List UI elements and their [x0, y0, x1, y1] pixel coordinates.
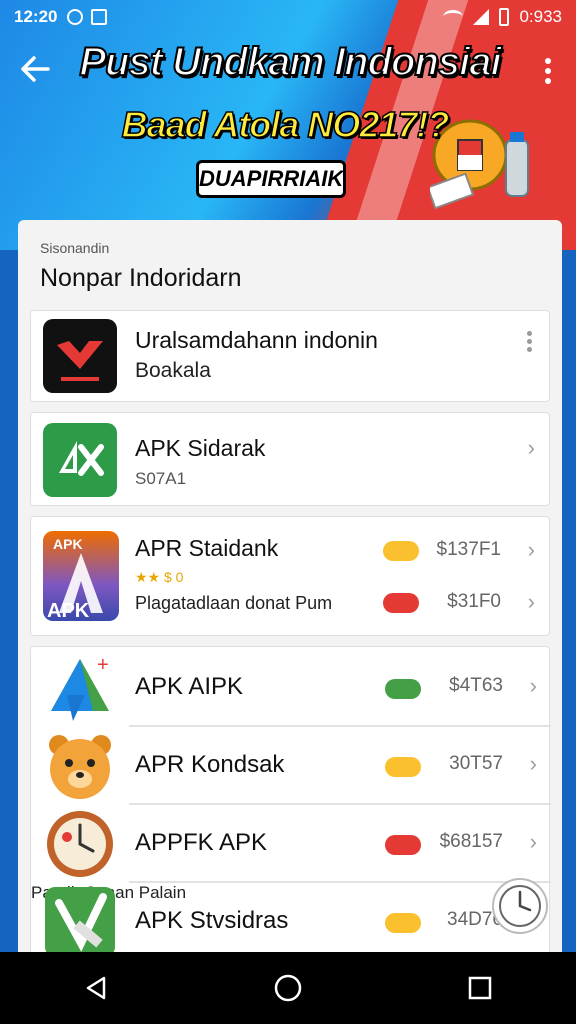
app-name: APK AIPK — [135, 673, 244, 700]
green-apk-app-icon — [43, 423, 117, 497]
app-price: $68157 — [439, 831, 503, 852]
red-chevron-app-icon — [43, 319, 117, 393]
status-badge — [383, 593, 419, 613]
nav-home-icon[interactable] — [268, 968, 308, 1008]
banner-title: Pust Undkam Indonsiai — [78, 39, 502, 85]
list-item[interactable]: APK Stvsidras Pandh Sanan Palain 34D76 — [31, 883, 551, 960]
clock-face-app-icon — [43, 807, 117, 881]
signal-icon — [473, 9, 490, 25]
back-arrow-svg — [21, 56, 50, 82]
item-menu-icon[interactable] — [527, 331, 533, 355]
card-subtitle: Sisonandin — [40, 240, 110, 256]
app-version: S07A1 — [135, 469, 187, 488]
status-badge — [385, 913, 421, 933]
svg-text:APK: APK — [53, 536, 83, 552]
battery-icon — [499, 8, 510, 26]
app-subtitle: Boakala — [135, 359, 211, 382]
more-options-icon[interactable] — [538, 54, 558, 88]
list-item[interactable]: APR Kondsak 30T57 › — [31, 727, 551, 805]
app-price: $31F0 — [447, 591, 501, 612]
status-badge — [383, 541, 419, 561]
app-rating: ★★ $ 0 — [135, 569, 184, 585]
app-name: APK Stvsidras — [135, 907, 289, 934]
app-price: 30T57 — [449, 753, 503, 774]
wifi-icon — [443, 10, 464, 24]
list-item[interactable]: APK Sidarak S07A1 › — [30, 412, 550, 506]
chevron-right-icon: › — [527, 435, 535, 460]
notification-icon — [91, 9, 108, 25]
chevron-right-icon: › — [527, 589, 535, 614]
app-name: APPFK APK — [135, 829, 268, 856]
app-name: APR Kondsak — [135, 751, 285, 778]
app-name: APK Sidarak — [135, 435, 266, 461]
battery-text: 0:933 — [519, 7, 562, 26]
apk-letter-a-app-icon: APK APK — [43, 531, 119, 621]
app-description: Plagatadlaan donat Pum — [135, 593, 333, 613]
app-name: APR Staidank — [135, 535, 279, 561]
green-check-app-icon — [43, 885, 117, 959]
nav-back-icon[interactable] — [76, 968, 116, 1008]
svg-text:APK: APK — [47, 600, 90, 621]
card-title: Nonpar Indoridarn — [40, 264, 242, 292]
chevron-right-icon: › — [529, 673, 537, 698]
list-item[interactable]: Uralsamdahann indonin Boakala — [30, 310, 550, 402]
list-item[interactable]: + APK AIPK $4T63 › — [31, 649, 551, 727]
app-name: Uralsamdahann indonin — [135, 327, 378, 353]
chevron-right-icon: › — [529, 829, 537, 854]
status-time: 12:20 — [14, 7, 58, 26]
app-list-card: Sisonandin Nonpar Indoridarn Uralsamdaha… — [18, 220, 562, 960]
chevron-right-icon: › — [527, 537, 535, 562]
status-bar: 12:20 0:933 — [0, 0, 576, 34]
status-badge — [385, 679, 421, 699]
status-badge — [385, 835, 421, 855]
chevron-right-icon: › — [529, 751, 537, 776]
banner-badge: DUAPIRRIAIK — [196, 160, 346, 198]
triangle-play-app-icon: + — [43, 651, 117, 725]
app-price: $137F1 — [436, 539, 501, 560]
sync-icon — [67, 9, 84, 25]
bear-face-app-icon — [43, 729, 117, 803]
clock-fab-icon[interactable] — [492, 878, 548, 934]
back-arrow-icon[interactable] — [18, 52, 58, 86]
nav-recents-icon[interactable] — [460, 968, 500, 1008]
svg-text:+: + — [97, 654, 109, 676]
system-nav-bar — [0, 952, 576, 1024]
app-list-group: + APK AIPK $4T63 › APR Kondsak 30T57 › A… — [30, 646, 551, 960]
banner-subtitle: Baad Atola NO217!? — [121, 103, 450, 146]
app-price: $4T63 — [449, 675, 503, 696]
list-item[interactable]: APK APK APR Staidank ★★ $ 0 Plagatadlaan… — [30, 516, 550, 636]
list-item[interactable]: APPFK APK $68157 › — [31, 805, 551, 883]
status-badge — [385, 757, 421, 777]
